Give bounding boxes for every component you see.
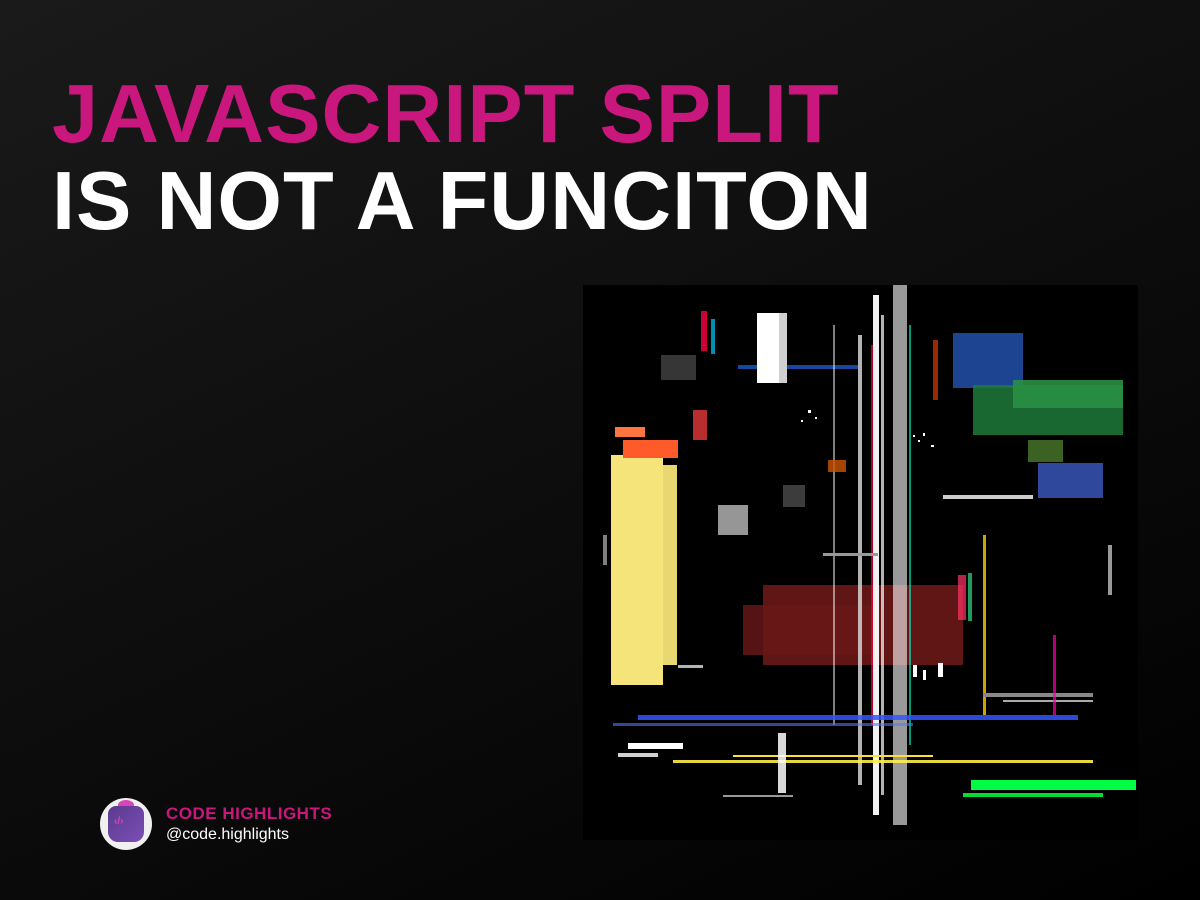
glitch-art-image [583,285,1138,840]
credit-handle: @code.highlights [166,825,332,844]
credit-name: CODE HIGHLIGHTS [166,804,332,824]
credit-block: ‹/› CODE HIGHLIGHTS @code.highlights [100,798,332,850]
credit-text: CODE HIGHLIGHTS @code.highlights [166,804,332,844]
headline-main: IS NOT A FUNCITON [52,157,873,244]
headline: JAVASCRIPT SPLIT IS NOT A FUNCITON [52,70,873,244]
headline-accent: JAVASCRIPT SPLIT [52,70,873,157]
avatar-icon: ‹/› [100,798,152,850]
